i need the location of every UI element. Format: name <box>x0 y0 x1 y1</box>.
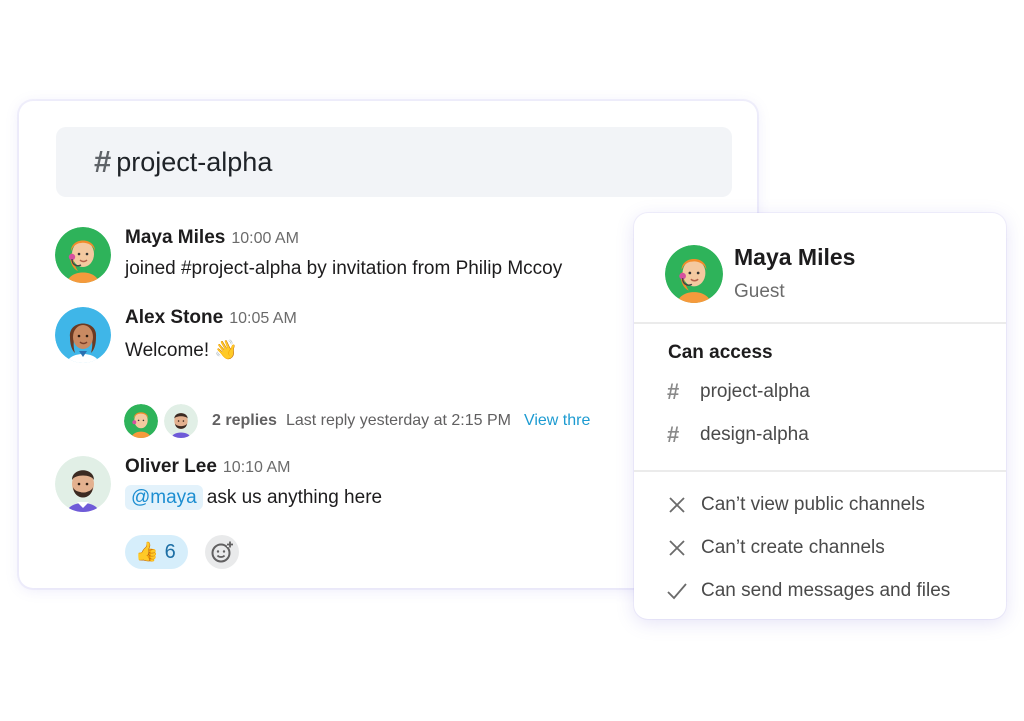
access-section-title: Can access <box>668 342 773 363</box>
permission-item: Can’t create channels <box>667 537 885 559</box>
avatar-oliver-icon <box>164 404 198 438</box>
thread-summary[interactable]: 2 replies Last reply yesterday at 2:15 P… <box>124 403 590 439</box>
message-text: joined #project-alpha by invitation from… <box>125 258 563 279</box>
message-text: Welcome! 👋 <box>125 340 239 361</box>
avatar-alex[interactable] <box>55 307 111 363</box>
message-item: Maya Miles 10:00 AM joined #project-alph… <box>55 227 562 283</box>
permission-label: Can’t create channels <box>701 537 885 558</box>
thumbs-up-reaction[interactable]: 👍 6 <box>125 535 188 569</box>
avatar-oliver[interactable] <box>55 456 111 512</box>
avatar-oliver-icon <box>55 456 111 512</box>
x-icon <box>667 538 687 558</box>
profile-header: Maya Miles Guest <box>665 244 855 303</box>
channel-hash-icon: # <box>667 379 680 404</box>
reaction-count: 6 <box>164 540 176 563</box>
message-sender[interactable]: Alex Stone <box>125 307 223 329</box>
user-profile-popup: Maya Miles Guest Can access # project-al… <box>634 213 1006 619</box>
channel-hash-icon: # <box>94 144 112 179</box>
view-thread-link[interactable]: View thre <box>524 412 590 430</box>
message-text-body: ask us anything here <box>206 487 383 508</box>
message-time[interactable]: 10:10 AM <box>223 459 291 477</box>
avatar-maya-icon <box>55 227 111 283</box>
message-item: Oliver Lee 10:10 AM @maya ask us anything… <box>55 456 382 512</box>
message-sender[interactable]: Maya Miles <box>125 227 225 249</box>
add-emoji-icon <box>211 541 233 563</box>
reactions-bar: 👍 6 <box>125 535 239 569</box>
stage: # project-alpha Maya Miles 10:00 AM join… <box>0 0 1024 721</box>
access-channel-name: project-alpha <box>700 381 810 402</box>
access-channel-item[interactable]: # project-alpha <box>667 379 810 405</box>
permission-label: Can send messages and files <box>701 580 951 601</box>
thread-avatar-maya <box>124 404 158 438</box>
avatar-maya-icon <box>665 244 723 303</box>
channel-header[interactable]: # project-alpha <box>56 127 732 197</box>
x-icon <box>667 495 687 515</box>
add-reaction-button[interactable] <box>204 535 239 569</box>
message-item: Alex Stone 10:05 AM Welcome! 👋 <box>55 307 297 363</box>
thread-replies-count[interactable]: 2 replies <box>212 412 277 430</box>
message-sender[interactable]: Oliver Lee <box>125 456 217 478</box>
message-time[interactable]: 10:00 AM <box>231 230 299 248</box>
access-channel-name: design-alpha <box>700 424 809 445</box>
permission-item: Can send messages and files <box>667 580 950 602</box>
avatar-maya[interactable] <box>55 227 111 283</box>
divider <box>634 322 1006 324</box>
profile-avatar <box>665 244 723 303</box>
channel-title: project-alpha <box>116 146 273 177</box>
thread-avatar-oliver <box>164 404 198 438</box>
avatar-maya-icon <box>124 404 158 438</box>
thread-last-reply: Last reply yesterday at 2:15 PM <box>285 412 511 429</box>
avatar-alex-icon <box>55 307 111 363</box>
check-icon <box>667 581 687 601</box>
user-mention[interactable]: @maya <box>125 485 203 510</box>
message-time[interactable]: 10:05 AM <box>229 310 297 328</box>
access-channel-item[interactable]: # design-alpha <box>667 422 809 448</box>
channel-hash-icon: # <box>667 422 680 447</box>
permission-item: Can’t view public channels <box>667 494 925 516</box>
divider <box>634 470 1006 472</box>
profile-role: Guest <box>734 281 785 302</box>
thumbs-up-icon: 👍 <box>135 542 159 563</box>
profile-name: Maya Miles <box>734 244 856 270</box>
permission-label: Can’t view public channels <box>701 494 925 515</box>
message-text: @maya ask us anything here <box>125 485 383 510</box>
